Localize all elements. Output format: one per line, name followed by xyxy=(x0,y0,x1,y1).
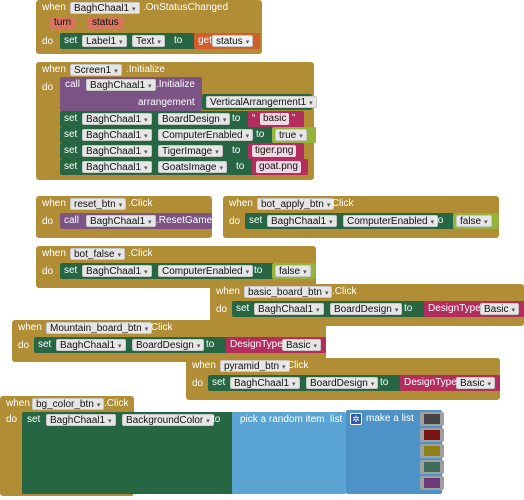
color-value xyxy=(424,430,440,440)
event-block-reset-click[interactable]: when reset_btn ▾ .Click do call BaghChaal… xyxy=(36,196,212,238)
text-block[interactable]: goat.png xyxy=(252,159,308,175)
property-dropdown[interactable]: BoardDesign ▾ xyxy=(330,303,403,315)
set-tigerimage-block[interactable]: set BaghChaal1 ▾ TigerImage ▾ to tiger.png xyxy=(60,143,304,159)
set-computerenabled-block[interactable]: set BaghChaal1 ▾ ComputerEnabled ▾ to true… xyxy=(60,127,316,143)
property-dropdown[interactable]: TigerImage ▾ xyxy=(158,145,223,157)
event-block-pyramid-click[interactable]: when pyramid_btn ▾ .Click do set BaghChaa… xyxy=(186,358,500,400)
set-goatsimage-block[interactable]: set BaghChaal1 ▾ GoatsImage ▾ to goat.png xyxy=(60,159,308,175)
property-dropdown[interactable]: ComputerEnabled ▾ xyxy=(158,129,254,141)
component-dropdown[interactable]: Screen1 ▾ xyxy=(70,64,122,76)
designtype-helper-block[interactable]: DesignType Basic ▾ xyxy=(424,301,524,317)
text-value[interactable]: tiger.png xyxy=(252,145,297,157)
text-block[interactable]: “ basic ” xyxy=(248,111,304,127)
designtype-helper-block[interactable]: DesignType Basic ▾ xyxy=(226,337,326,353)
set-backgroundcolor-block[interactable]: set BaghChaal1 ▾ BackgroundColor ▾ to xyxy=(22,412,234,494)
property-dropdown[interactable]: BoardDesign ▾ xyxy=(158,113,231,125)
component-dropdown[interactable]: BaghChaal1 ▾ xyxy=(82,113,152,125)
color-swatch-3[interactable] xyxy=(420,444,444,458)
call-initialize-block[interactable]: call BaghChaal1 ▾ .Initialize arrangement xyxy=(60,77,202,111)
designtype-helper-block[interactable]: DesignType Basic ▾ xyxy=(400,375,500,391)
component-dropdown[interactable]: BaghChaal1 ▾ xyxy=(230,377,300,389)
arrangement-component-block[interactable]: VerticalArrangement1 ▾ xyxy=(202,94,317,110)
set-boarddesign-block[interactable]: set BaghChaal1 ▾ BoardDesign ▾ to “ basic … xyxy=(60,111,304,127)
param-status[interactable]: status xyxy=(88,17,123,29)
boolean-dropdown[interactable]: false ▾ xyxy=(456,215,492,227)
arg-label: arrangement xyxy=(138,97,195,108)
set-label-text-block[interactable]: set Label1 ▾ Text ▾ to get status ▾ xyxy=(60,33,260,49)
color-value xyxy=(424,478,440,488)
call-resetgame-block[interactable]: call BaghChaal1 ▾ .ResetGame xyxy=(60,213,212,229)
component-dropdown[interactable]: BaghChaal1 ▾ xyxy=(254,303,324,315)
property-dropdown[interactable]: Text ▾ xyxy=(132,35,165,47)
component-dropdown[interactable]: bot_false ▾ xyxy=(70,248,126,260)
boolean-block[interactable]: false ▾ xyxy=(272,263,316,279)
target-dropdown[interactable]: Label1 ▾ xyxy=(82,35,127,47)
component-dropdown[interactable]: Mountain_board_btn ▾ xyxy=(46,322,153,334)
text-value[interactable]: basic xyxy=(260,113,290,125)
color-swatch-2[interactable] xyxy=(420,428,444,442)
property-dropdown[interactable]: BoardDesign ▾ xyxy=(306,377,379,389)
component-dropdown[interactable]: BaghChaal1 ▾ xyxy=(82,265,152,277)
set-boarddesign-block[interactable]: set BaghChaal1 ▾ BoardDesign ▾ to DesignTy… xyxy=(208,375,500,391)
boolean-block[interactable]: false ▾ xyxy=(453,213,499,229)
set-computerenabled-block[interactable]: set BaghChaal1 ▾ ComputerEnabled ▾ to fals… xyxy=(245,213,499,229)
event-name: .Initialize xyxy=(126,64,165,75)
color-swatch-4[interactable] xyxy=(420,460,444,474)
color-value xyxy=(424,446,440,456)
component-dropdown[interactable]: pyramid_btn ▾ xyxy=(220,360,290,372)
event-block-mountain-board-click[interactable]: when Mountain_board_btn ▾ .Click do set B… xyxy=(12,320,326,362)
helper-dropdown[interactable]: Basic ▾ xyxy=(480,303,519,315)
when-label: when xyxy=(42,2,66,13)
do-label: do xyxy=(42,36,54,47)
param-turn[interactable]: turn xyxy=(50,17,76,29)
component-dropdown[interactable]: BaghChaal1 ▾ xyxy=(82,129,152,141)
component-dropdown[interactable]: BaghChaal1 ▾ xyxy=(56,339,126,351)
event-block-screen-initialize[interactable]: when Screen1 ▾ .Initialize do call BaghCh… xyxy=(36,62,317,180)
boolean-dropdown[interactable]: false ▾ xyxy=(275,265,311,277)
to-label: to xyxy=(174,35,183,46)
component-dropdown[interactable]: reset_btn ▾ xyxy=(70,198,127,210)
pick-random-item-block[interactable]: pick a random item list xyxy=(232,412,346,494)
helper-dropdown[interactable]: Basic ▾ xyxy=(456,377,495,389)
event-name: .OnStatusChanged xyxy=(143,2,229,13)
property-dropdown[interactable]: BackgroundColor ▾ xyxy=(122,414,214,426)
text-block[interactable]: tiger.png xyxy=(248,143,304,159)
property-dropdown[interactable]: ComputerEnabled ▾ xyxy=(158,265,254,277)
component-dropdown[interactable]: basic_board_btn ▾ xyxy=(244,286,333,298)
variable-dropdown[interactable]: status ▾ xyxy=(212,35,254,47)
color-value xyxy=(424,414,440,424)
component-dropdown[interactable]: BaghChaal1 ▾ xyxy=(86,215,156,227)
mutator-gear-icon[interactable]: ✲ xyxy=(350,413,362,425)
component-dropdown[interactable]: BaghChaal1 ▾ xyxy=(70,2,140,14)
component-dropdown[interactable]: bot_apply_btn ▾ xyxy=(257,198,335,210)
event-block-status-changed[interactable]: when BaghChaal1 ▾ .OnStatusChanged turn s… xyxy=(36,0,262,54)
set-computerenabled-block[interactable]: set BaghChaal1 ▾ ComputerEnabled ▾ to fals… xyxy=(60,263,316,279)
set-boarddesign-block[interactable]: set BaghChaal1 ▾ BoardDesign ▾ to DesignTy… xyxy=(232,301,524,317)
boolean-block[interactable]: true ▾ xyxy=(272,127,316,143)
component-dropdown[interactable]: BaghChaal1 ▾ xyxy=(82,161,152,173)
property-dropdown[interactable]: GoatsImage ▾ xyxy=(158,161,227,173)
boolean-dropdown[interactable]: true ▾ xyxy=(275,129,307,141)
arrangement-dropdown[interactable]: VerticalArrangement1 ▾ xyxy=(206,96,317,108)
call-component-dropdown[interactable]: BaghChaal1 ▾ xyxy=(86,79,156,91)
get-variable-block[interactable]: get status ▾ xyxy=(194,33,260,49)
color-swatch-1[interactable] xyxy=(420,412,444,426)
component-dropdown[interactable]: BaghChaal1 ▾ xyxy=(46,414,116,426)
set-boarddesign-block[interactable]: set BaghChaal1 ▾ BoardDesign ▾ to DesignTy… xyxy=(34,337,326,353)
component-dropdown[interactable]: BaghChaal1 ▾ xyxy=(267,215,337,227)
property-dropdown[interactable]: BoardDesign ▾ xyxy=(132,339,205,351)
when-label: when xyxy=(42,64,66,75)
color-swatch-5[interactable] xyxy=(420,476,444,490)
color-value xyxy=(424,462,440,472)
component-dropdown[interactable]: bg_color_btn ▾ xyxy=(32,398,105,410)
event-block-bot-false-click[interactable]: when bot_false ▾ .Click do set BaghChaal1… xyxy=(36,246,316,288)
helper-dropdown[interactable]: Basic ▾ xyxy=(282,339,321,351)
property-dropdown[interactable]: ComputerEnabled ▾ xyxy=(343,215,439,227)
text-value[interactable]: goat.png xyxy=(256,161,301,173)
event-block-bot-apply-click[interactable]: when bot_apply_btn ▾ .Click do set BaghCh… xyxy=(223,196,499,238)
component-dropdown[interactable]: BaghChaal1 ▾ xyxy=(82,145,152,157)
do-label: do xyxy=(42,82,54,93)
